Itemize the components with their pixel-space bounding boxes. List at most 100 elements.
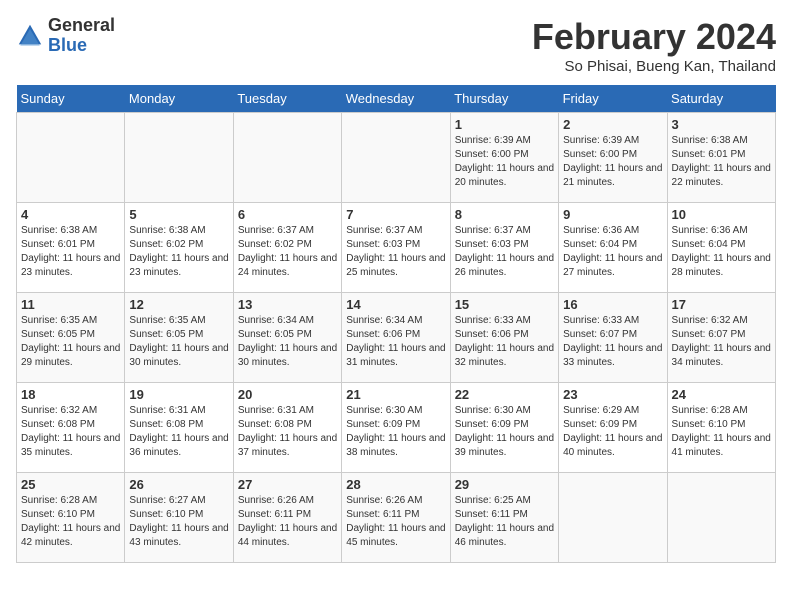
calendar-cell: 2 Sunrise: 6:39 AMSunset: 6:00 PMDaylight… bbox=[559, 113, 667, 203]
day-number: 11 bbox=[21, 297, 120, 312]
calendar-cell: 12Sunrise: 6:35 AMSunset: 6:05 PMDayligh… bbox=[125, 293, 233, 383]
day-number: 18 bbox=[21, 387, 120, 402]
calendar-cell: 4 Sunrise: 6:38 AMSunset: 6:01 PMDaylight… bbox=[17, 203, 125, 293]
calendar-cell: 16 Sunrise: 6:33 AMSunset: 6:07 PMDayligh… bbox=[559, 293, 667, 383]
day-number: 7 bbox=[346, 207, 445, 222]
calendar-cell: 23 Sunrise: 6:29 AMSunset: 6:09 PMDayligh… bbox=[559, 383, 667, 473]
day-number: 17 bbox=[672, 297, 771, 312]
calendar-cell: 11 Sunrise: 6:35 AMSunset: 6:05 PMDayligh… bbox=[17, 293, 125, 383]
calendar-week-5: 25 Sunrise: 6:28 AMSunset: 6:10 PMDayligh… bbox=[17, 473, 776, 563]
day-number: 19 bbox=[129, 387, 228, 402]
calendar-cell: 5 Sunrise: 6:38 AMSunset: 6:02 PMDaylight… bbox=[125, 203, 233, 293]
day-number: 3 bbox=[672, 117, 771, 132]
day-info: Sunrise: 6:37 AMSunset: 6:03 PMDaylight:… bbox=[455, 224, 554, 280]
day-number: 24 bbox=[672, 387, 771, 402]
day-info: Sunrise: 6:33 AMSunset: 6:07 PMDaylight:… bbox=[563, 314, 662, 370]
day-number: 25 bbox=[21, 477, 120, 492]
day-info: Sunrise: 6:30 AMSunset: 6:09 PMDaylight:… bbox=[346, 404, 445, 460]
day-number: 29 bbox=[455, 477, 554, 492]
day-info: Sunrise: 6:35 AMSunset: 6:05 PMDaylight:… bbox=[21, 314, 120, 370]
day-number: 5 bbox=[129, 207, 228, 222]
day-number: 4 bbox=[21, 207, 120, 222]
day-info: Sunrise: 6:34 AMSunset: 6:06 PMDaylight:… bbox=[346, 314, 445, 370]
day-info: Sunrise: 6:32 AMSunset: 6:07 PMDaylight:… bbox=[672, 314, 771, 370]
calendar-week-1: 1 Sunrise: 6:39 AMSunset: 6:00 PMDaylight… bbox=[17, 113, 776, 203]
calendar-cell: 9 Sunrise: 6:36 AMSunset: 6:04 PMDaylight… bbox=[559, 203, 667, 293]
weekday-header-thursday: Thursday bbox=[450, 85, 558, 113]
calendar-table: SundayMondayTuesdayWednesdayThursdayFrid… bbox=[16, 85, 776, 563]
calendar-cell: 1 Sunrise: 6:39 AMSunset: 6:00 PMDaylight… bbox=[450, 113, 558, 203]
day-number: 6 bbox=[238, 207, 337, 222]
calendar-cell: 6Sunrise: 6:37 AMSunset: 6:02 PMDaylight… bbox=[233, 203, 341, 293]
calendar-cell: 13 Sunrise: 6:34 AMSunset: 6:05 PMDayligh… bbox=[233, 293, 341, 383]
weekday-header-wednesday: Wednesday bbox=[342, 85, 450, 113]
day-number: 14 bbox=[346, 297, 445, 312]
day-number: 23 bbox=[563, 387, 662, 402]
calendar-cell: 18Sunrise: 6:32 AMSunset: 6:08 PMDayligh… bbox=[17, 383, 125, 473]
day-info: Sunrise: 6:37 AMSunset: 6:03 PMDaylight:… bbox=[346, 224, 445, 280]
calendar-cell bbox=[17, 113, 125, 203]
calendar-subtitle: So Phisai, Bueng Kan, Thailand bbox=[532, 58, 776, 75]
calendar-cell bbox=[125, 113, 233, 203]
day-info: Sunrise: 6:34 AMSunset: 6:05 PMDaylight:… bbox=[238, 314, 337, 370]
logo-icon bbox=[16, 22, 44, 50]
day-number: 2 bbox=[563, 117, 662, 132]
day-info: Sunrise: 6:30 AMSunset: 6:09 PMDaylight:… bbox=[455, 404, 554, 460]
weekday-header-saturday: Saturday bbox=[667, 85, 775, 113]
calendar-cell: 27Sunrise: 6:26 AMSunset: 6:11 PMDayligh… bbox=[233, 473, 341, 563]
calendar-week-4: 18Sunrise: 6:32 AMSunset: 6:08 PMDayligh… bbox=[17, 383, 776, 473]
day-info: Sunrise: 6:36 AMSunset: 6:04 PMDaylight:… bbox=[672, 224, 771, 280]
day-info: Sunrise: 6:33 AMSunset: 6:06 PMDaylight:… bbox=[455, 314, 554, 370]
calendar-cell bbox=[667, 473, 775, 563]
day-info: Sunrise: 6:36 AMSunset: 6:04 PMDaylight:… bbox=[563, 224, 662, 280]
calendar-cell: 20 Sunrise: 6:31 AMSunset: 6:08 PMDayligh… bbox=[233, 383, 341, 473]
day-number: 13 bbox=[238, 297, 337, 312]
calendar-cell: 24 Sunrise: 6:28 AMSunset: 6:10 PMDayligh… bbox=[667, 383, 775, 473]
calendar-cell: 7 Sunrise: 6:37 AMSunset: 6:03 PMDaylight… bbox=[342, 203, 450, 293]
day-info: Sunrise: 6:31 AMSunset: 6:08 PMDaylight:… bbox=[129, 404, 228, 460]
weekday-header-tuesday: Tuesday bbox=[233, 85, 341, 113]
day-info: Sunrise: 6:29 AMSunset: 6:09 PMDaylight:… bbox=[563, 404, 662, 460]
day-info: Sunrise: 6:31 AMSunset: 6:08 PMDaylight:… bbox=[238, 404, 337, 460]
day-info: Sunrise: 6:38 AMSunset: 6:01 PMDaylight:… bbox=[672, 134, 771, 190]
day-info: Sunrise: 6:38 AMSunset: 6:02 PMDaylight:… bbox=[129, 224, 228, 280]
calendar-cell: 29 Sunrise: 6:25 AMSunset: 6:11 PMDayligh… bbox=[450, 473, 558, 563]
weekday-header-friday: Friday bbox=[559, 85, 667, 113]
day-info: Sunrise: 6:28 AMSunset: 6:10 PMDaylight:… bbox=[21, 494, 120, 550]
calendar-cell bbox=[559, 473, 667, 563]
day-number: 16 bbox=[563, 297, 662, 312]
day-number: 20 bbox=[238, 387, 337, 402]
weekday-header-monday: Monday bbox=[125, 85, 233, 113]
calendar-cell: 10 Sunrise: 6:36 AMSunset: 6:04 PMDayligh… bbox=[667, 203, 775, 293]
header: General Blue February 2024 So Phisai, Bu… bbox=[16, 16, 776, 75]
day-info: Sunrise: 6:39 AMSunset: 6:00 PMDaylight:… bbox=[563, 134, 662, 190]
weekday-header-sunday: Sunday bbox=[17, 85, 125, 113]
logo: General Blue bbox=[16, 16, 115, 56]
day-number: 21 bbox=[346, 387, 445, 402]
calendar-week-2: 4 Sunrise: 6:38 AMSunset: 6:01 PMDaylight… bbox=[17, 203, 776, 293]
calendar-cell bbox=[233, 113, 341, 203]
day-number: 10 bbox=[672, 207, 771, 222]
calendar-cell: 22 Sunrise: 6:30 AMSunset: 6:09 PMDayligh… bbox=[450, 383, 558, 473]
logo-general-text: General bbox=[48, 16, 115, 36]
day-number: 1 bbox=[455, 117, 554, 132]
calendar-cell: 19 Sunrise: 6:31 AMSunset: 6:08 PMDayligh… bbox=[125, 383, 233, 473]
day-info: Sunrise: 6:25 AMSunset: 6:11 PMDaylight:… bbox=[455, 494, 554, 550]
day-info: Sunrise: 6:38 AMSunset: 6:01 PMDaylight:… bbox=[21, 224, 120, 280]
day-info: Sunrise: 6:39 AMSunset: 6:00 PMDaylight:… bbox=[455, 134, 554, 190]
calendar-cell bbox=[342, 113, 450, 203]
day-info: Sunrise: 6:28 AMSunset: 6:10 PMDaylight:… bbox=[672, 404, 771, 460]
logo-text: General Blue bbox=[48, 16, 115, 56]
day-number: 9 bbox=[563, 207, 662, 222]
day-number: 15 bbox=[455, 297, 554, 312]
calendar-cell: 8 Sunrise: 6:37 AMSunset: 6:03 PMDaylight… bbox=[450, 203, 558, 293]
day-number: 8 bbox=[455, 207, 554, 222]
calendar-cell: 28Sunrise: 6:26 AMSunset: 6:11 PMDayligh… bbox=[342, 473, 450, 563]
logo-blue-text: Blue bbox=[48, 36, 115, 56]
day-info: Sunrise: 6:26 AMSunset: 6:11 PMDaylight:… bbox=[238, 494, 337, 550]
day-number: 22 bbox=[455, 387, 554, 402]
day-info: Sunrise: 6:35 AMSunset: 6:05 PMDaylight:… bbox=[129, 314, 228, 370]
calendar-title: February 2024 bbox=[532, 16, 776, 58]
day-info: Sunrise: 6:27 AMSunset: 6:10 PMDaylight:… bbox=[129, 494, 228, 550]
calendar-cell: 25 Sunrise: 6:28 AMSunset: 6:10 PMDayligh… bbox=[17, 473, 125, 563]
